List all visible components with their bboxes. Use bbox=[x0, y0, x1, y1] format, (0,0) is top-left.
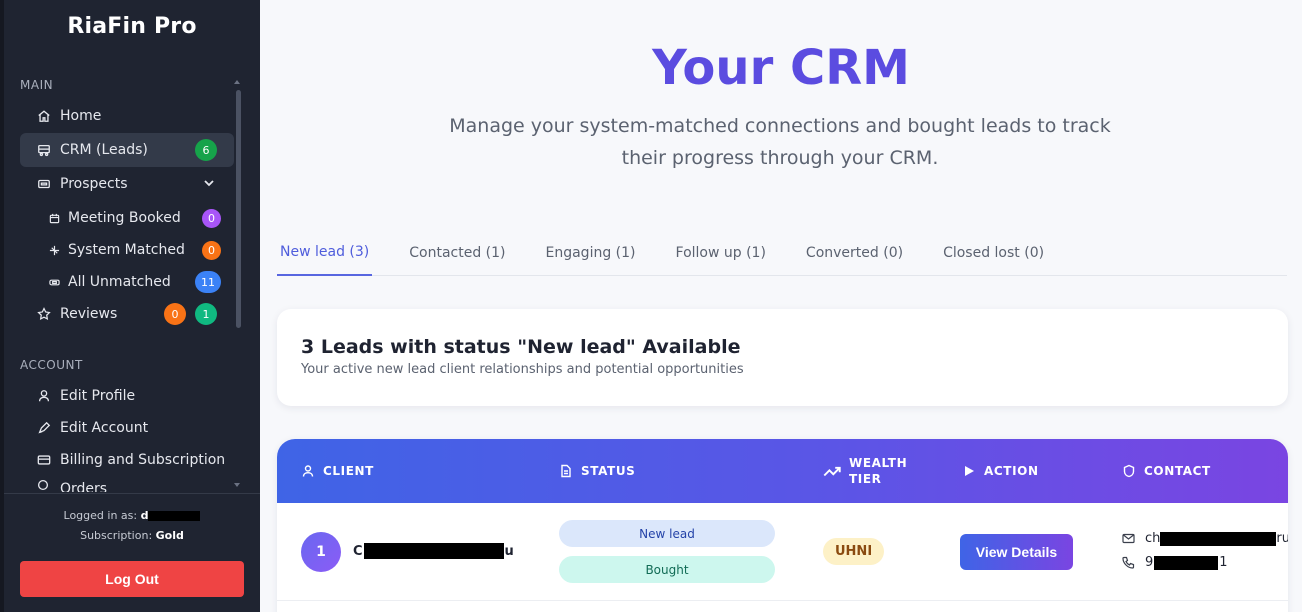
reviews-pending-badge: 0 bbox=[164, 303, 186, 325]
home-icon bbox=[36, 108, 52, 124]
sidebar-scrollbar[interactable] bbox=[236, 90, 241, 328]
prospects-icon bbox=[36, 176, 52, 192]
sparkle-icon bbox=[48, 242, 60, 258]
subscription-info: Subscription: Gold bbox=[80, 529, 184, 542]
sidebar-item-label: Edit Profile bbox=[60, 388, 136, 404]
shield-icon bbox=[1123, 464, 1135, 478]
sidebar-item-label: Orders bbox=[60, 481, 108, 492]
view-details-button[interactable]: View Details bbox=[960, 534, 1073, 570]
wealth-tier-badge: UHNI bbox=[823, 538, 885, 565]
mail-icon bbox=[1122, 533, 1135, 544]
summary-title: 3 Leads with status "New lead" Available bbox=[301, 336, 741, 358]
tab-contacted[interactable]: Contacted (1) bbox=[406, 230, 508, 276]
logged-in-info: Logged in as: d bbox=[4, 509, 260, 522]
crm-count-badge: 6 bbox=[195, 139, 217, 161]
header-client[interactable]: CLIENT bbox=[301, 439, 374, 503]
sidebar-item-label: Meeting Booked bbox=[68, 210, 181, 226]
sidebar-item-label: Reviews bbox=[60, 306, 118, 322]
all-unmatched-badge: 11 bbox=[195, 271, 221, 293]
page-title: Your CRM bbox=[652, 40, 910, 96]
sidebar-item-edit-profile[interactable]: Edit Profile bbox=[20, 379, 234, 413]
user-icon bbox=[36, 388, 52, 404]
scroll-up-arrow[interactable] bbox=[234, 80, 240, 84]
client-name[interactable]: Cu bbox=[353, 543, 514, 559]
sidebar-item-billing[interactable]: Billing and Subscription bbox=[20, 443, 234, 477]
sidebar-item-edit-account[interactable]: Edit Account bbox=[20, 411, 234, 445]
redacted-block bbox=[1160, 531, 1277, 546]
sidebar-item-system-matched[interactable]: System Matched 0 bbox=[20, 233, 234, 267]
calendar-icon bbox=[48, 210, 60, 226]
summary-subtitle: Your active new lead client relationship… bbox=[301, 362, 744, 377]
status-tabs: New lead (3) Contacted (1) Engaging (1) … bbox=[277, 230, 1287, 276]
edit-account-icon bbox=[36, 420, 52, 436]
main-content: Your CRM Manage your system-matched conn… bbox=[260, 0, 1302, 612]
chevron-down-icon[interactable] bbox=[202, 176, 216, 190]
subscription-tier: Gold bbox=[155, 529, 184, 542]
system-matched-badge: 0 bbox=[202, 241, 221, 260]
crm-icon bbox=[36, 142, 52, 158]
document-icon bbox=[561, 464, 571, 478]
play-icon bbox=[965, 466, 974, 476]
sidebar-item-label: Home bbox=[60, 108, 102, 124]
table-header: CLIENT STATUS WEALTH TIER ACTION CONTACT bbox=[277, 439, 1288, 503]
tab-new-lead[interactable]: New lead (3) bbox=[277, 230, 373, 276]
scroll-down-arrow[interactable] bbox=[234, 483, 240, 487]
sidebar-item-home[interactable]: Home bbox=[20, 99, 234, 133]
status-badge-bought: Bought bbox=[559, 556, 775, 583]
tab-engaging[interactable]: Engaging (1) bbox=[543, 230, 639, 276]
tab-closed-lost[interactable]: Closed lost (0) bbox=[940, 230, 1047, 276]
sidebar-item-crm-leads[interactable]: CRM (Leads) 6 bbox=[20, 133, 234, 167]
orders-icon bbox=[36, 478, 52, 492]
sidebar-item-reviews[interactable]: Reviews 0 1 bbox=[20, 297, 234, 331]
table-row: 1 Cu New lead Bought UHNI View Details c… bbox=[277, 503, 1288, 601]
sidebar-item-label: Edit Account bbox=[60, 420, 149, 436]
sidebar-item-label: Billing and Subscription bbox=[60, 452, 226, 468]
tab-follow-up[interactable]: Follow up (1) bbox=[673, 230, 769, 276]
sidebar-item-label: CRM (Leads) bbox=[60, 142, 148, 158]
contact-phone[interactable]: 91 bbox=[1122, 555, 1228, 570]
sidebar-item-orders[interactable]: Orders bbox=[20, 478, 107, 492]
main-section-label: MAIN bbox=[20, 78, 54, 92]
redacted-block bbox=[1154, 555, 1219, 570]
sidebar: RiaFin Pro MAIN Home CRM (Leads) 6 Prosp… bbox=[0, 0, 260, 612]
sidebar-item-label: All Unmatched bbox=[68, 274, 171, 290]
sidebar-footer: Logged in as: d Subscription: Gold Log O… bbox=[4, 493, 260, 612]
summary-card: 3 Leads with status "New lead" Available… bbox=[277, 309, 1288, 406]
credit-card-icon bbox=[36, 452, 52, 468]
account-section-label: ACCOUNT bbox=[20, 358, 83, 372]
header-contact[interactable]: CONTACT bbox=[1122, 439, 1211, 503]
leads-table: CLIENT STATUS WEALTH TIER ACTION CONTACT bbox=[277, 439, 1288, 612]
sidebar-item-label: Prospects bbox=[60, 176, 128, 192]
reviews-count-badge: 1 bbox=[195, 303, 217, 325]
sidebar-item-meeting-booked[interactable]: Meeting Booked 0 bbox=[20, 201, 234, 235]
brand-title[interactable]: RiaFin Pro bbox=[0, 14, 264, 39]
logout-button[interactable]: Log Out bbox=[20, 561, 244, 597]
phone-icon bbox=[1122, 556, 1135, 569]
header-action[interactable]: ACTION bbox=[962, 439, 1039, 503]
ticket-icon bbox=[48, 274, 60, 290]
tab-converted[interactable]: Converted (0) bbox=[803, 230, 906, 276]
sidebar-item-label: System Matched bbox=[68, 242, 185, 258]
redacted-block bbox=[363, 543, 504, 559]
avatar: 1 bbox=[301, 532, 341, 572]
meeting-booked-badge: 0 bbox=[202, 209, 221, 228]
page-description: Manage your system-matched connections a… bbox=[449, 115, 1111, 169]
status-badge-new-lead: New lead bbox=[559, 520, 775, 547]
trending-up-icon bbox=[823, 466, 841, 477]
user-icon bbox=[302, 465, 314, 477]
logged-in-user: d bbox=[140, 509, 149, 522]
header-wealth-tier[interactable]: WEALTH TIER bbox=[823, 439, 907, 503]
header-status[interactable]: STATUS bbox=[559, 439, 635, 503]
star-icon bbox=[36, 306, 52, 322]
sidebar-item-prospects[interactable]: Prospects bbox=[20, 167, 234, 201]
sidebar-item-all-unmatched[interactable]: All Unmatched 11 bbox=[20, 265, 234, 299]
redacted-block bbox=[148, 511, 201, 521]
contact-email[interactable]: ch ru bbox=[1122, 531, 1288, 546]
